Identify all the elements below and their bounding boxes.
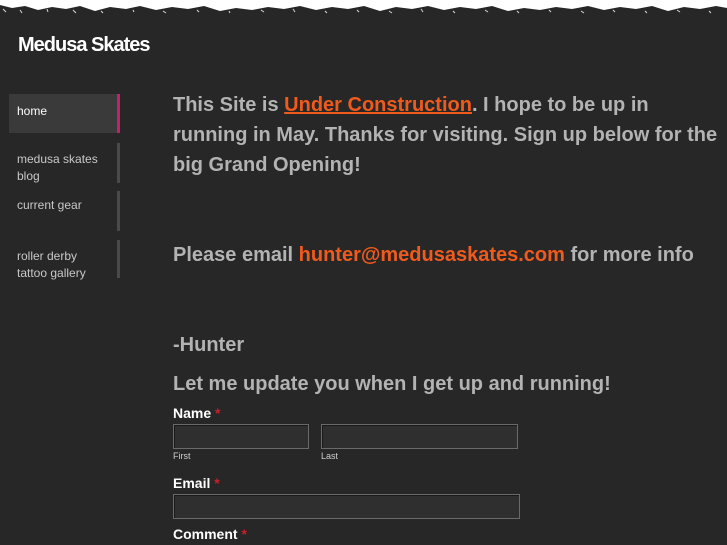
required-mark: * (214, 475, 220, 491)
name-label-text: Name (173, 405, 212, 421)
comment-label-text: Comment (173, 526, 238, 542)
last-name-input[interactable] (321, 424, 518, 449)
nav-item-label: current gear (17, 198, 82, 212)
email-label-text: Email (173, 475, 211, 491)
required-mark: * (215, 405, 221, 421)
required-mark: * (241, 526, 247, 542)
email-label: Email * (173, 474, 220, 492)
email-link[interactable]: hunter@medusaskates.com (299, 244, 565, 266)
sidebar-nav: home medusa skates blog current gear rol… (9, 94, 121, 280)
first-sublabel: First (173, 451, 191, 461)
construction-notice: This Site is Under Construction. I hope … (173, 90, 718, 180)
nav-item-roller-derby-tattoo-gallery[interactable]: roller derby tattoo gallery (9, 240, 120, 280)
signature: -Hunter (173, 334, 245, 356)
page: Medusa Skates home medusa skates blog cu… (0, 0, 727, 545)
nav-divider (117, 240, 120, 278)
nav-divider (117, 191, 120, 231)
name-label: Name * (173, 404, 220, 422)
comment-label: Comment * (173, 525, 247, 543)
nav-divider (117, 143, 120, 183)
first-name-input[interactable] (173, 424, 309, 449)
lead-prefix: This Site is (173, 94, 285, 116)
email-prefix: Please email (173, 244, 299, 266)
site-title[interactable]: Medusa Skates (18, 34, 151, 57)
under-construction-link[interactable]: Under Construction (284, 94, 472, 116)
nav-item-medusa-skates-blog[interactable]: medusa skates blog (9, 143, 120, 183)
email-suffix: for more info (564, 244, 694, 266)
email-notice: Please email hunter@medusaskates.com for… (173, 240, 718, 270)
nav-item-label: medusa skates blog (17, 152, 98, 183)
nav-item-label: roller derby tattoo gallery (17, 249, 86, 280)
nav-item-current-gear[interactable]: current gear (9, 191, 120, 231)
nav-item-label: home (17, 104, 48, 118)
grunge-top-border (0, 0, 727, 14)
email-input[interactable] (173, 494, 520, 519)
last-sublabel: Last (321, 451, 339, 461)
nav-active-indicator (117, 94, 120, 133)
nav-item-home[interactable]: home (9, 94, 120, 133)
form-heading: Let me update you when I get up and runn… (173, 373, 611, 395)
